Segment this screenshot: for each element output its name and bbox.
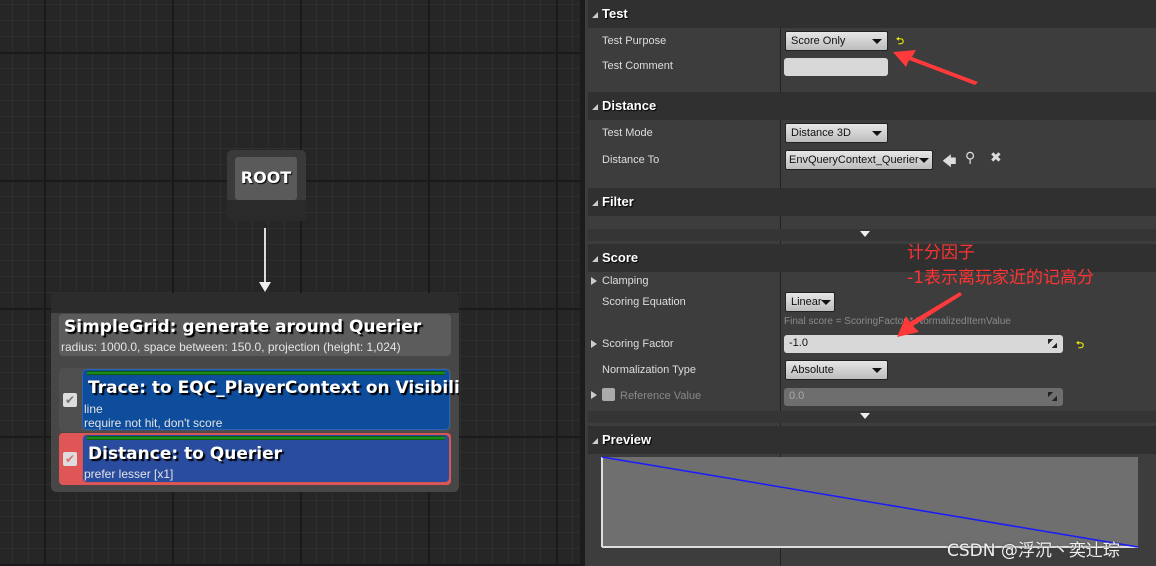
spin-icon: [1048, 339, 1057, 348]
node-input-pin[interactable]: [51, 293, 459, 313]
normalization-type-value: Absolute: [791, 364, 834, 376]
root-label: ROOT: [235, 157, 297, 200]
clear-icon[interactable]: ✖: [990, 150, 1002, 166]
scoring-equation-label: Scoring Equation: [602, 296, 686, 308]
scoring-factor-value: -1.0: [789, 337, 808, 349]
scoring-factor-label: Scoring Factor: [602, 338, 674, 350]
chevron-down-icon: [919, 158, 929, 163]
spin-icon: [1048, 392, 1057, 401]
section-distance-header[interactable]: Distance: [588, 92, 1156, 120]
generator-details: radius: 1000.0, space between: 150.0, pr…: [61, 340, 401, 354]
expand-triangle-icon[interactable]: [591, 277, 597, 285]
distance-to-label: Distance To: [602, 154, 660, 166]
annotation-line-1: 计分因子: [907, 243, 975, 263]
reset-to-default-icon[interactable]: ⮌: [896, 34, 904, 51]
watermark: CSDN @浮沉丶奕辻琮: [947, 541, 1120, 561]
section-preview-header[interactable]: Preview: [588, 426, 1156, 454]
scoring-equation-dropdown[interactable]: Linear: [785, 292, 835, 312]
chevron-down-icon: [860, 231, 870, 237]
expand-triangle-icon[interactable]: [591, 391, 597, 399]
scoring-equation-value: Linear: [791, 296, 822, 308]
chevron-down-icon: [821, 300, 831, 305]
expand-advanced-button[interactable]: [588, 229, 1156, 241]
section-test-header[interactable]: Test: [588, 0, 1156, 28]
score-preview-chart: [601, 456, 1139, 548]
root-node[interactable]: ROOT: [227, 150, 306, 221]
root-output-pin[interactable]: [227, 200, 306, 221]
reference-value-checkbox[interactable]: [602, 388, 615, 401]
trace-test-box[interactable]: Trace: to EQC_PlayerContext on Visibilit…: [82, 369, 459, 430]
behavior-graph-canvas[interactable]: ROOT SimpleGrid: generate around Querier…: [0, 0, 580, 566]
test-row-trace[interactable]: ✔ Trace: to EQC_PlayerContext on Visibil…: [59, 368, 459, 432]
section-filter-header[interactable]: Filter: [588, 188, 1156, 216]
test-enabled-checkbox[interactable]: ✔: [63, 452, 77, 466]
test-mode-dropdown[interactable]: Distance 3D: [785, 123, 888, 143]
normalization-type-dropdown[interactable]: Absolute: [785, 360, 888, 380]
test-purpose-value: Score Only: [791, 35, 846, 47]
generator-box[interactable]: SimpleGrid: generate around Querier radi…: [59, 314, 451, 356]
reference-value-input[interactable]: 0.0: [784, 388, 1063, 406]
distance-to-value: EnvQueryContext_Querier: [789, 154, 919, 166]
status-bar: [87, 436, 445, 440]
expand-advanced-button[interactable]: [588, 411, 1156, 423]
annotation-line-2: -1表示离玩家近的记高分: [907, 268, 1094, 288]
test-row-distance[interactable]: ✔ Distance: to Querier prefer lesser [x1…: [59, 433, 451, 485]
chevron-down-icon: [872, 368, 882, 373]
status-bar: [87, 371, 445, 375]
test-enabled-checkbox[interactable]: ✔: [63, 393, 77, 407]
normalization-type-label: Normalization Type: [602, 364, 696, 376]
trace-test-title: Trace: to EQC_PlayerContext on Visibilit…: [88, 378, 459, 398]
test-purpose-dropdown[interactable]: Score Only: [785, 31, 888, 51]
trace-test-line1: line: [84, 402, 103, 416]
test-mode-value: Distance 3D: [791, 127, 851, 139]
reference-value-label: Reference Value: [620, 390, 702, 402]
trace-test-line2: require not hit, don't score: [84, 416, 223, 430]
arrow-head-icon: [259, 282, 271, 292]
chevron-down-icon: [872, 131, 882, 136]
test-purpose-label: Test Purpose: [602, 35, 667, 47]
distance-test-box[interactable]: Distance: to Querier prefer lesser [x1]: [82, 434, 450, 483]
reset-to-default-icon[interactable]: ⮌: [1076, 338, 1084, 355]
expand-triangle-icon[interactable]: [591, 340, 597, 348]
generator-node[interactable]: SimpleGrid: generate around Querier radi…: [51, 293, 459, 492]
chevron-down-icon: [872, 39, 882, 44]
distance-test-title: Distance: to Querier: [88, 444, 283, 464]
reference-value-value: 0.0: [789, 390, 805, 402]
search-icon[interactable]: ⚲: [965, 150, 975, 166]
generator-title: SimpleGrid: generate around Querier: [64, 317, 422, 337]
test-mode-label: Test Mode: [602, 127, 653, 139]
scoring-factor-input[interactable]: -1.0: [784, 335, 1063, 353]
distance-to-dropdown[interactable]: EnvQueryContext_Querier: [785, 150, 933, 170]
test-comment-input[interactable]: [784, 58, 888, 76]
clamping-label[interactable]: Clamping: [602, 275, 648, 287]
distance-test-line1: prefer lesser [x1]: [84, 467, 174, 481]
connection-wire: [264, 228, 266, 284]
use-selected-arrow-icon[interactable]: 🡄: [942, 151, 956, 175]
chevron-down-icon: [860, 413, 870, 419]
test-comment-label: Test Comment: [602, 60, 673, 72]
equation-hint: Final score = ScoringFactor * Normalized…: [784, 316, 1011, 327]
